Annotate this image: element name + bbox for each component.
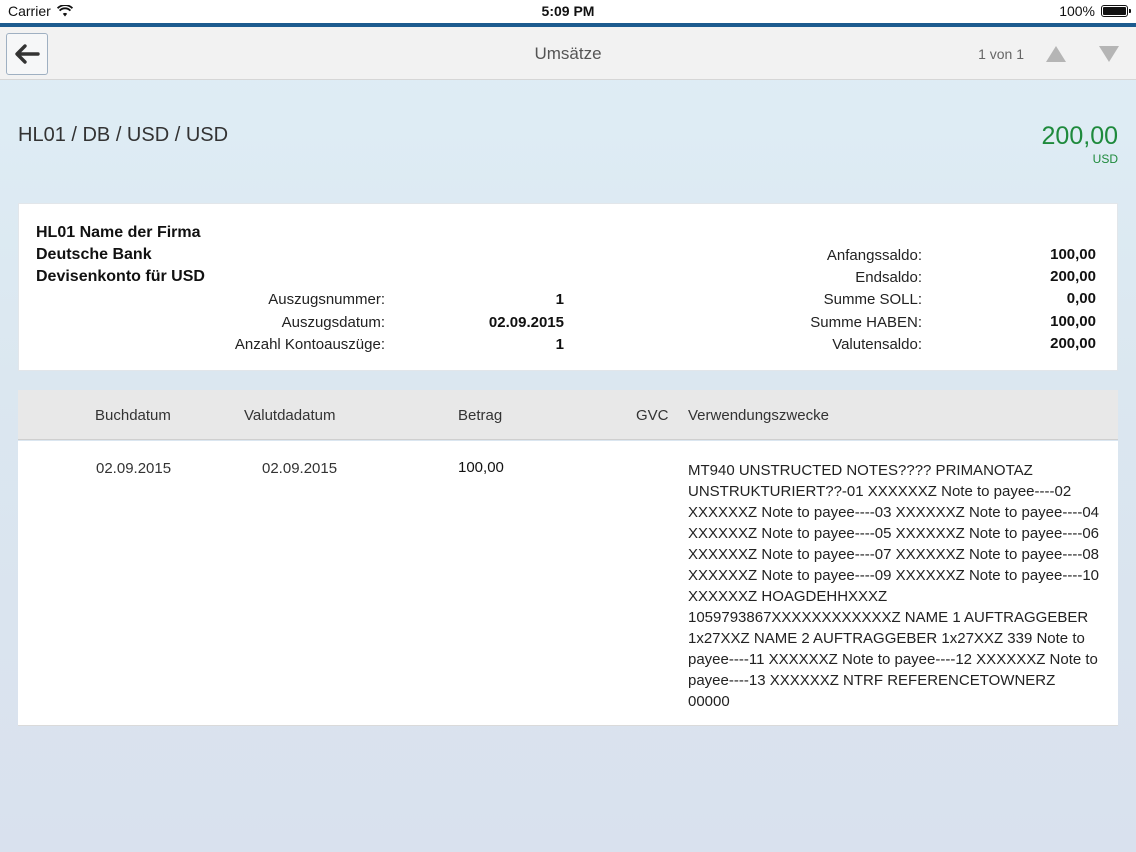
purpose-cell: MT940 UNSTRUCTED NOTES???? PRIMANOTAZ UN… xyxy=(688,462,1100,710)
triangle-up-icon xyxy=(1046,46,1066,62)
statement-number-value: 1 xyxy=(555,291,564,308)
value-balance-value: 200,00 xyxy=(1050,335,1096,352)
closing-balance-value: 200,00 xyxy=(1050,268,1096,285)
closing-balance-label: Endsaldo: xyxy=(855,269,922,286)
statement-date-value: 02.09.2015 xyxy=(488,314,564,331)
column-header-purpose[interactable]: Verwendungszwecke xyxy=(688,407,829,424)
debit-sum-label: Summe SOLL: xyxy=(823,291,922,308)
navigation-bar: Umsätze 1 von 1 xyxy=(0,27,1136,80)
statement-count-value: 1 xyxy=(555,336,564,353)
column-header-gvc[interactable]: GVC xyxy=(636,407,669,424)
credit-sum-value: 100,00 xyxy=(1050,313,1096,330)
statement-number-label: Auszugsnummer: xyxy=(268,291,385,308)
transactions-table-header: Buchdatum Valutdadatum Betrag GVC Verwen… xyxy=(18,390,1118,440)
opening-balance-value: 100,00 xyxy=(1050,246,1096,263)
total-currency: USD xyxy=(1092,152,1118,166)
pager-label: 1 von 1 xyxy=(978,46,1024,62)
battery-info: 100% xyxy=(1059,3,1131,19)
next-button[interactable] xyxy=(1094,41,1124,67)
account-title: HL01 / DB / USD / USD xyxy=(18,124,229,146)
battery-percent: 100% xyxy=(1059,3,1095,19)
table-row[interactable]: 02.09.2015 02.09.2015 100,00 MT940 UNSTR… xyxy=(18,441,1118,726)
clock: 5:09 PM xyxy=(541,3,595,19)
firm-name: HL01 Name der Firma xyxy=(36,224,201,241)
credit-sum-label: Summe HABEN: xyxy=(810,314,922,331)
battery-icon xyxy=(1101,5,1131,17)
value-balance-label: Valutensaldo: xyxy=(832,336,922,353)
column-header-value-date[interactable]: Valutdadatum xyxy=(244,407,335,424)
value-date-cell: 02.09.2015 xyxy=(262,460,338,477)
column-header-booking-date[interactable]: Buchdatum xyxy=(95,407,171,424)
statement-info-panel: HL01 Name der Firma Deutsche Bank Devise… xyxy=(18,203,1118,371)
bank-name: Deutsche Bank xyxy=(36,246,152,263)
statement-date-label: Auszugsdatum: xyxy=(281,314,385,331)
column-header-amount[interactable]: Betrag xyxy=(458,407,502,424)
statement-count-label: Anzahl Kontoauszüge: xyxy=(234,336,385,353)
account-description: Devisenkonto für USD xyxy=(36,268,205,285)
opening-balance-label: Anfangssaldo: xyxy=(826,247,922,264)
status-bar: Carrier 5:09 PM 100% xyxy=(0,0,1136,23)
total-amount: 200,00 xyxy=(1041,122,1118,150)
previous-button[interactable] xyxy=(1041,41,1071,67)
amount-cell: 100,00 xyxy=(458,459,504,476)
booking-date-cell: 02.09.2015 xyxy=(96,460,172,477)
debit-sum-value: 0,00 xyxy=(1066,290,1096,307)
triangle-down-icon xyxy=(1099,46,1119,62)
